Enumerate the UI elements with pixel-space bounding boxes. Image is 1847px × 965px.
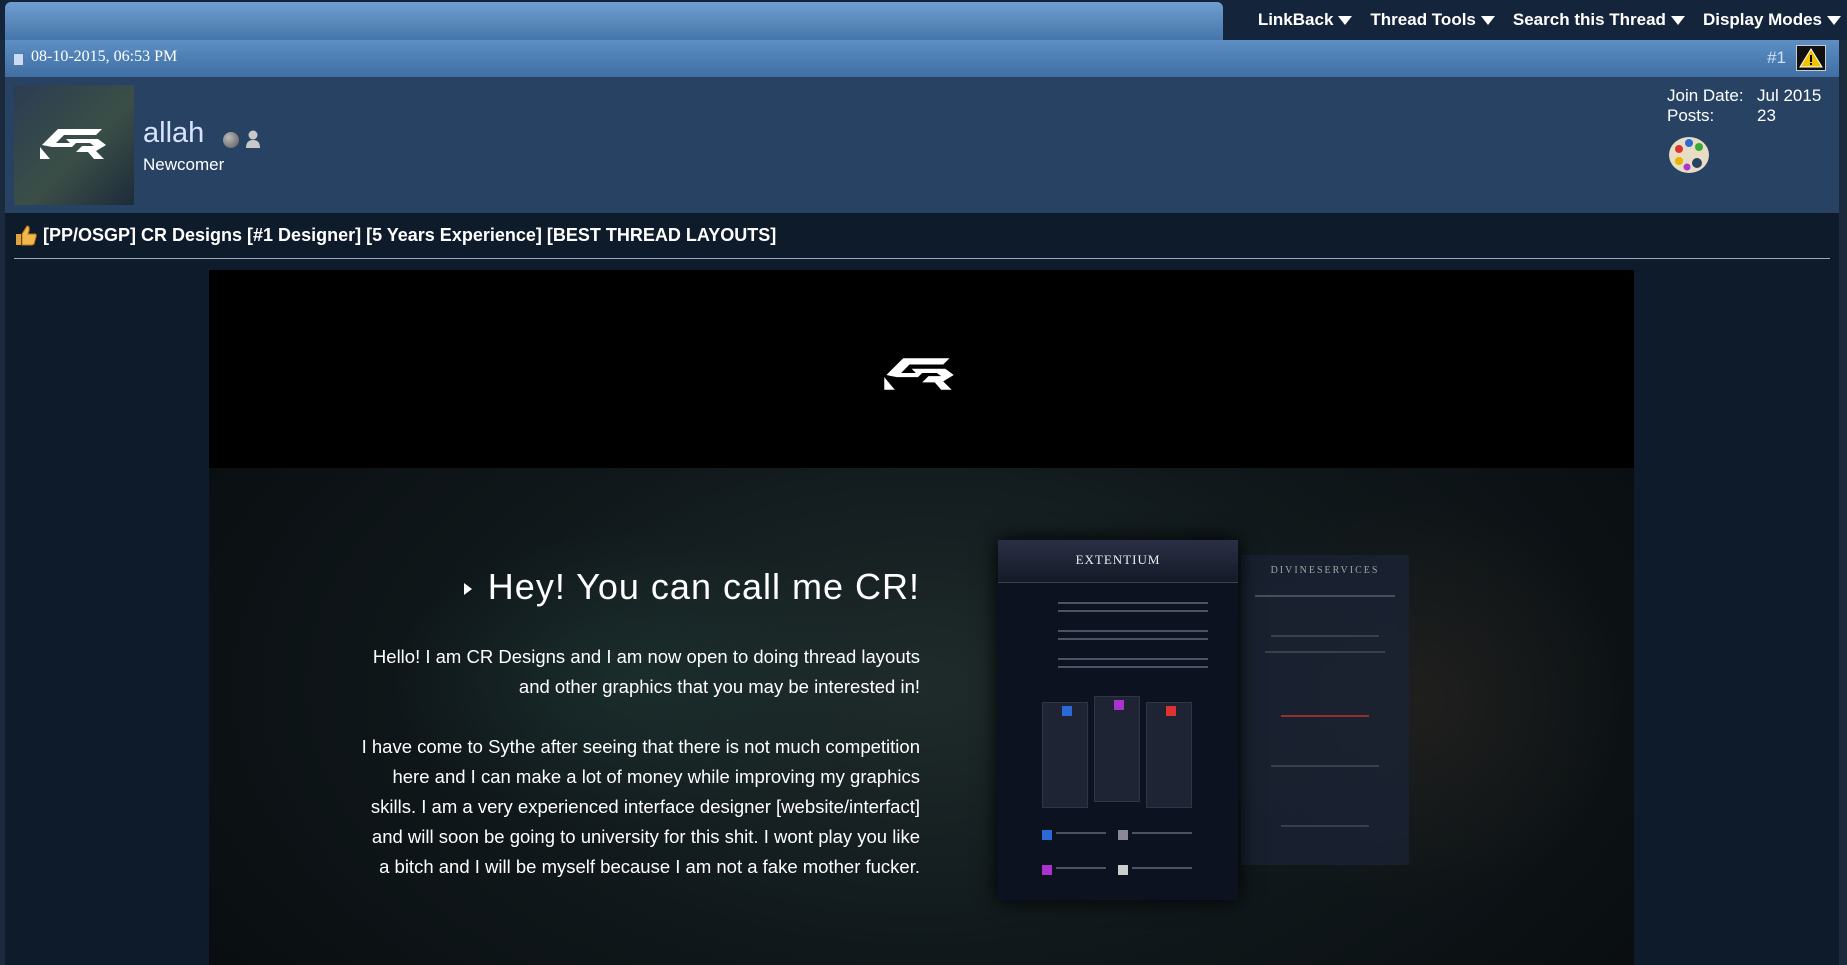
user-stats: Join Date: Jul 2015 Posts: 23 [1667, 86, 1821, 126]
mockup-title: EXTENTIUM [1075, 552, 1161, 567]
user-title: Newcomer [143, 155, 225, 174]
banner-paragraph: I have come to Sythe after seeing that t… [361, 736, 920, 877]
post-date: 08-10-2015, 06:53 PM [31, 48, 178, 65]
banner-heading: Hey! You can call me CR! [463, 566, 920, 608]
banner-heading-text: Hey! You can call me CR! [487, 566, 920, 607]
search-thread-label: Search this Thread [1512, 10, 1666, 29]
thread-toolbar: LinkBack Thread Tools Search this Thread… [0, 0, 1847, 40]
toolbar-tab-strip [5, 2, 1223, 40]
portfolio-mockup: DIVINESERVICES [1241, 555, 1409, 865]
linkback-label: LinkBack [1257, 10, 1334, 29]
post-icon [13, 53, 24, 66]
post-content: [PP/OSGP] CR Designs [#1 Designer] [5 Ye… [5, 213, 1839, 965]
cr-logo-icon [884, 358, 954, 390]
search-thread-menu[interactable]: Search this Thread [1513, 10, 1685, 30]
portfolio-mockup: EXTENTIUM [998, 540, 1238, 900]
user-info-panel: allah Newcomer Join Date: Jul 2015 Posts:… [5, 77, 1839, 213]
display-modes-label: Display Modes [1702, 10, 1822, 29]
mockup-header: EXTENTIUM [998, 540, 1238, 583]
status-offline-icon [223, 132, 239, 148]
avatar[interactable] [14, 85, 134, 205]
thumbs-up-icon [14, 223, 38, 252]
cr-logo-icon [40, 129, 106, 159]
report-icon[interactable] [1796, 45, 1826, 71]
thread-title: [PP/OSGP] CR Designs [#1 Designer] [5 Ye… [43, 225, 777, 245]
join-date-label: Join Date: [1667, 86, 1744, 105]
chevron-down-icon [1827, 15, 1841, 25]
mockup-title: DIVINESERVICES [1270, 565, 1380, 576]
join-date-value: Jul 2015 [1757, 86, 1822, 105]
posts-label: Posts: [1667, 106, 1715, 125]
thread-menu: LinkBack Thread Tools Search this Thread… [1240, 0, 1841, 40]
thread-banner-image: Hey! You can call me CR! Hello! I am CR … [209, 270, 1634, 965]
chevron-down-icon [1670, 15, 1685, 25]
thread-tools-label: Thread Tools [1370, 10, 1476, 29]
username-link[interactable]: allah [143, 117, 204, 150]
posts-value: 23 [1757, 106, 1776, 125]
banner-header [209, 270, 1634, 468]
linkback-menu[interactable]: LinkBack [1258, 10, 1353, 30]
palette-icon [1667, 133, 1711, 182]
chevron-down-icon [1338, 15, 1353, 25]
person-icon [244, 129, 262, 154]
post-number-link[interactable]: #1 [1767, 48, 1786, 68]
banner-paragraph: Hello! I am CR Designs and I am now open… [372, 646, 920, 697]
divider [14, 258, 1830, 259]
display-modes-menu[interactable]: Display Modes [1703, 10, 1841, 30]
post-header: 08-10-2015, 06:53 PM #1 [5, 40, 1839, 77]
chevron-down-icon [1480, 15, 1495, 25]
thread-tools-menu[interactable]: Thread Tools [1370, 10, 1495, 30]
arrow-right-icon [463, 583, 472, 596]
